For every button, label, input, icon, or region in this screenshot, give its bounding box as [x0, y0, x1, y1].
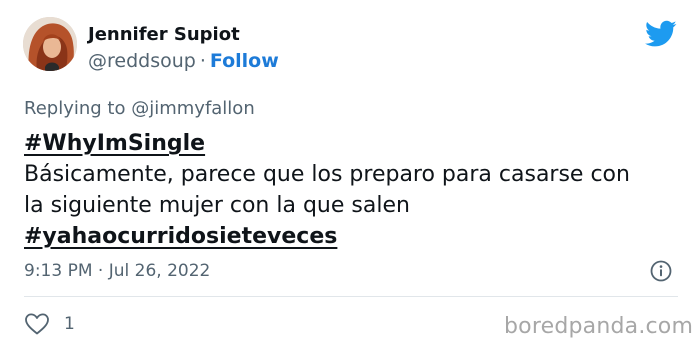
author-handle-row: @reddsoup · Follow: [88, 50, 279, 72]
boredpanda-watermark: boredpanda.com: [504, 314, 694, 339]
author-avatar[interactable]: [23, 17, 77, 71]
info-icon[interactable]: [650, 260, 672, 282]
tweet-line-1: Básicamente, parece que los preparo para…: [24, 162, 630, 187]
reply-mention[interactable]: @jimmyfallon: [131, 98, 255, 119]
author-handle[interactable]: @reddsoup: [88, 50, 196, 72]
hashtag-whyimsingle[interactable]: #WhyImSingle: [24, 131, 205, 156]
reply-prefix: Replying to: [24, 98, 126, 119]
heart-icon[interactable]: [24, 312, 50, 336]
tweet-timestamp[interactable]: 9:13 PM · Jul 26, 2022: [24, 261, 210, 281]
follow-link[interactable]: Follow: [210, 50, 279, 72]
hashtag-yahaocurridosieteveces[interactable]: #yahaocurridosieteveces: [24, 224, 337, 249]
tweet-line-2: la siguiente mujer con la que salen: [24, 193, 410, 218]
like-count: 1: [64, 314, 75, 334]
reply-context: Replying to @jimmyfallon: [24, 98, 255, 119]
twitter-bird-icon[interactable]: [645, 20, 677, 48]
avatar-image: [23, 17, 77, 71]
author-name[interactable]: Jennifer Supiot: [88, 24, 240, 45]
tweet-text: #WhyImSingle Básicamente, parece que los…: [24, 128, 674, 252]
actions-divider: [24, 296, 678, 297]
separator-dot: ·: [199, 50, 206, 72]
